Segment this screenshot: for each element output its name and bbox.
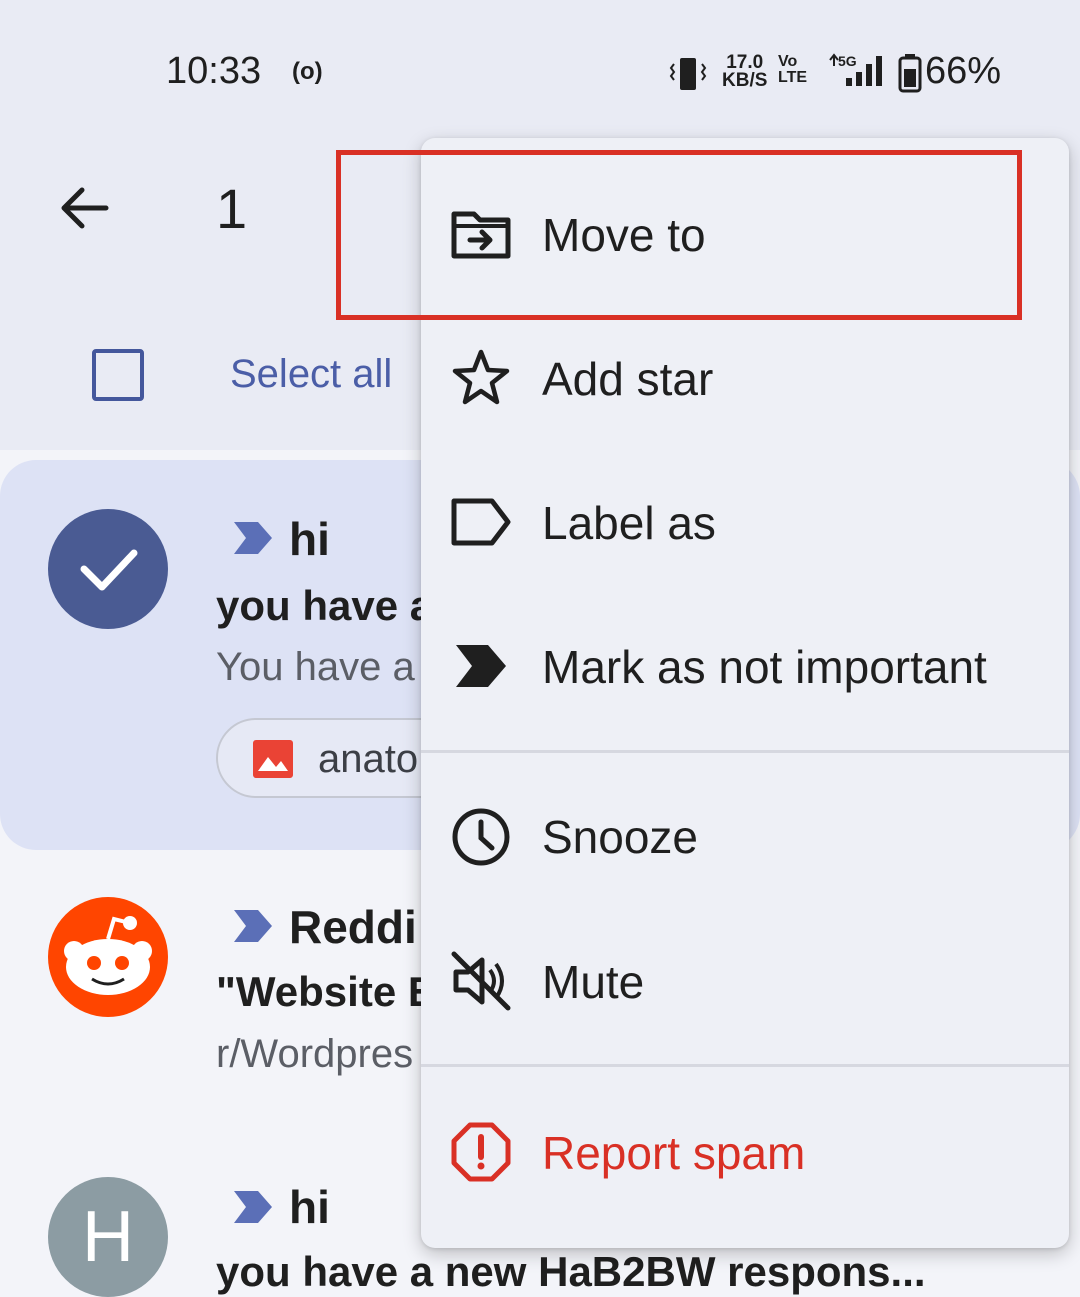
menu-item-label-as[interactable] [421, 450, 1069, 595]
important-marker-icon[interactable] [230, 906, 274, 946]
menu-item-mute[interactable] [421, 910, 1069, 1060]
network-speed: 17.0 KB/S [722, 53, 768, 91]
important-marker-icon[interactable] [230, 518, 274, 558]
volte-top: Vo [778, 53, 798, 70]
menu-item-label: Mute [542, 956, 645, 1008]
mute-icon [451, 951, 511, 1011]
highlight-box [336, 150, 1022, 320]
signal-icon: 5G [829, 53, 882, 86]
reddit-logo-icon [64, 916, 152, 995]
check-icon [80, 549, 138, 591]
menu-item-label: Add star [542, 353, 714, 405]
select-all-label[interactable]: Select all [230, 352, 392, 397]
email-sender: Reddi [289, 901, 417, 953]
menu-item-label: Mark as not important [542, 641, 987, 693]
avatar-letter: H [48, 1177, 168, 1297]
email-sender: hi [289, 1181, 330, 1233]
menu-item-snooze[interactable] [421, 765, 1069, 910]
network-type: 5G [838, 53, 857, 69]
report-spam-icon [451, 1122, 511, 1182]
email-sender: hi [289, 513, 330, 565]
label-outline-icon [451, 498, 511, 546]
email-subject: "Website E [216, 968, 436, 1015]
avatar-selected[interactable] [48, 509, 168, 629]
email-subject: you have a new HaB2BW respons... [216, 1248, 926, 1295]
back-arrow-icon[interactable] [56, 180, 112, 236]
important-marker-icon [456, 645, 506, 687]
email-subject: you have a [216, 582, 434, 629]
battery-percent: 66% [925, 50, 1002, 92]
vibrate-icon [669, 58, 707, 90]
menu-divider [421, 1064, 1069, 1067]
status-time: 10:33 [166, 50, 262, 92]
important-marker-icon[interactable] [230, 1187, 274, 1227]
attachment-name: anato [318, 737, 419, 781]
select-all-checkbox[interactable] [92, 349, 144, 401]
selected-count: 1 [216, 177, 248, 240]
hotspot-indicator: (o) [292, 58, 323, 85]
menu-divider [421, 750, 1069, 753]
reddit-avatar [48, 897, 168, 1017]
menu-item-label: Snooze [542, 811, 699, 863]
image-attachment-icon [253, 740, 293, 778]
network-speed-unit: KB/S [722, 70, 768, 91]
volte-indicator: Vo LTE [778, 54, 807, 86]
battery-icon [898, 54, 922, 93]
star-outline-icon [452, 349, 510, 405]
menu-item-add-star[interactable] [421, 310, 1069, 450]
volte-bottom: LTE [778, 69, 808, 86]
menu-item-label: Label as [542, 497, 716, 549]
menu-item-label: Report spam [542, 1127, 806, 1179]
email-snippet: r/Wordpres [216, 1032, 414, 1076]
clock-icon [452, 808, 510, 866]
email-snippet: You have a [216, 645, 415, 689]
